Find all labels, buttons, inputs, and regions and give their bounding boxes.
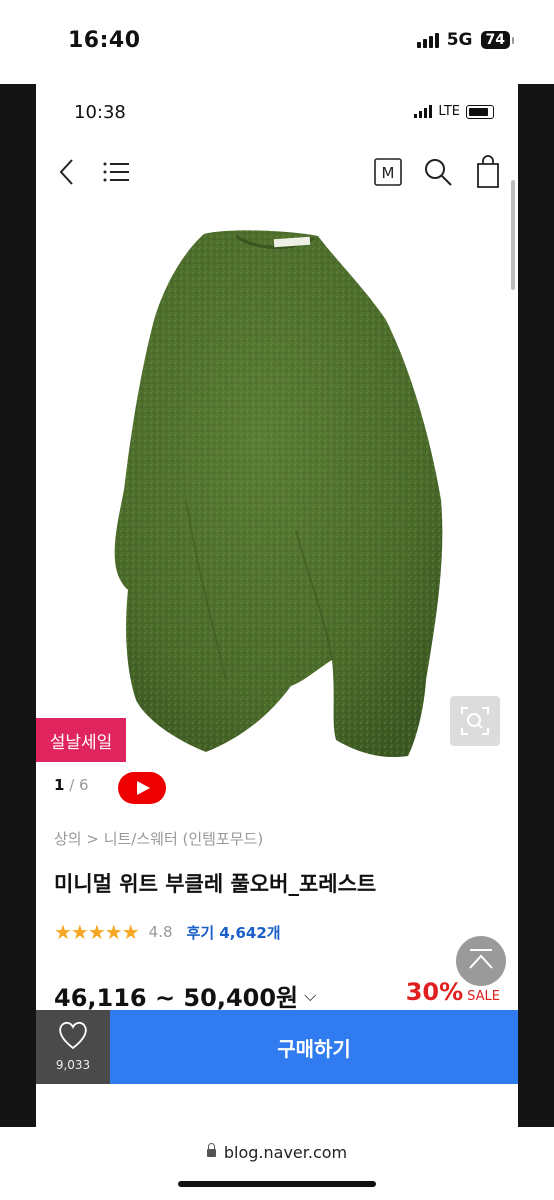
chevron-down-icon: ⌵ [304, 985, 317, 1005]
my-page-icon[interactable]: M [370, 154, 406, 190]
pager-current: 1 [54, 776, 65, 794]
video-play-icon[interactable] [118, 772, 166, 804]
browser-url-bar: blog.naver.com [0, 1127, 554, 1200]
price-range[interactable]: 46,116 ~ 50,400원 ⌵ [54, 978, 316, 1013]
signal-icon [414, 105, 433, 118]
breadcrumb[interactable]: 상의 > 니트/스웨터 (인템포무드) [54, 828, 263, 849]
url-text: blog.naver.com [223, 1143, 348, 1162]
top-nav: M [36, 146, 518, 198]
wishlist-button[interactable]: 9,033 [36, 1010, 110, 1084]
discount-percent: 30% [405, 978, 464, 1006]
image-pager: 1 / 6 [54, 776, 89, 794]
sweater-graphic [114, 230, 443, 758]
chevron-left-icon[interactable] [50, 154, 86, 190]
shopping-bag-icon[interactable] [470, 154, 506, 190]
buy-button[interactable]: 구매하기 [110, 1010, 518, 1084]
review-count-link[interactable]: 후기 4,642개 [187, 922, 281, 943]
network-type: 5G [446, 30, 473, 50]
outer-clock: 16:40 [68, 28, 141, 53]
network-type: LTE [438, 104, 460, 119]
menu-icon[interactable] [98, 154, 134, 190]
zoom-icon [461, 707, 489, 735]
product-title: 미니멀 위트 부클레 풀오버_포레스트 [54, 872, 377, 896]
outer-home-indicator [178, 1181, 376, 1187]
heart-icon [59, 1021, 87, 1050]
lock-icon [206, 1142, 216, 1157]
rating-score: 4.8 [148, 923, 173, 941]
sale-text: SALE [467, 989, 500, 1004]
inner-clock: 10:38 [74, 102, 126, 123]
star-rating-icon: ★★★★★ [54, 920, 140, 944]
sale-badge: 설날세일 [36, 718, 126, 762]
bottom-action-bar: 9,033 구매하기 [36, 1010, 518, 1084]
rating-row: ★★★★★ 4.8 후기 4,642개 [54, 920, 281, 944]
battery-icon: 74 [480, 31, 515, 49]
battery-icon [466, 104, 494, 119]
svg-text:M: M [382, 164, 395, 182]
discount-label: 30% SALE [406, 978, 500, 1006]
inner-home-indicator [192, 1110, 362, 1116]
url-display[interactable]: blog.naver.com [0, 1142, 554, 1162]
search-icon[interactable] [420, 154, 456, 190]
pager-total: 6 [79, 776, 89, 794]
outer-status-bar: 16:40 5G 74 [0, 0, 554, 84]
price-text: 46,116 ~ 50,400원 [54, 984, 299, 1012]
inner-status-bar: 10:38 LTE [36, 84, 518, 140]
signal-icon [416, 32, 439, 48]
shop-screen: 10:38 LTE M 설날세일 1 / 6 상의 > 니트/스웨터 (인템포무… [36, 84, 518, 1127]
zoom-image-button[interactable] [450, 696, 500, 746]
outer-status-icons: 5G 74 [416, 30, 515, 50]
inner-status-icons: LTE [414, 104, 494, 119]
wishlist-count: 9,033 [55, 1058, 91, 1072]
product-image[interactable] [36, 200, 518, 760]
